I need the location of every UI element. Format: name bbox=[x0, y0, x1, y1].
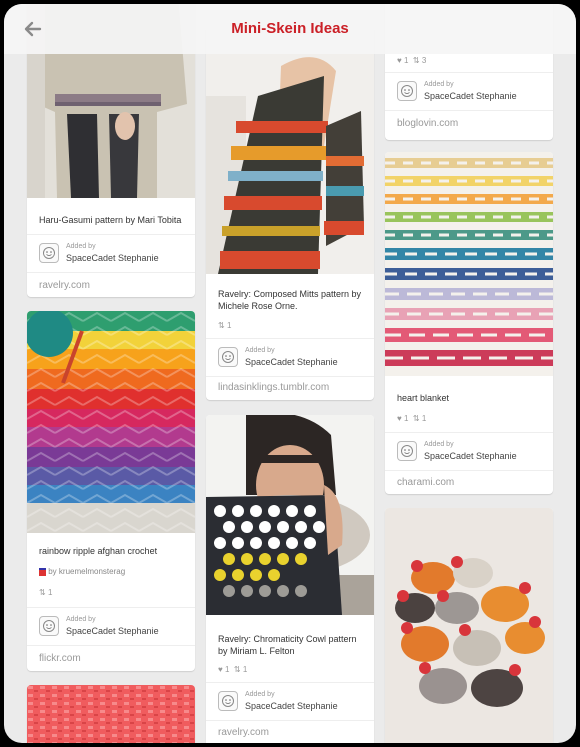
pin-card-mitts[interactable]: Ravelry: Composed Mitts pattern by Miche… bbox=[206, 26, 374, 400]
top-bar: Mini-Skein Ideas bbox=[4, 4, 576, 54]
flag-icon bbox=[39, 567, 46, 576]
pin-card-cowl[interactable]: Ravelry: Chromaticity Cowl pattern by Mi… bbox=[206, 415, 374, 743]
pin-source[interactable]: bloglovin.com bbox=[397, 118, 458, 129]
repin-count: 1 bbox=[226, 321, 232, 330]
repin-count: 1 bbox=[242, 665, 248, 674]
pin-card-heart[interactable]: heart blanket ♥ 1 ⇅ 1 Added by SpaceCade… bbox=[385, 152, 553, 494]
pin-stats: ⇅ 1 bbox=[39, 588, 52, 597]
added-by-label: Added by bbox=[245, 347, 275, 354]
like-count: 1 bbox=[403, 414, 409, 423]
added-by-label: Added by bbox=[245, 691, 275, 698]
pin-source[interactable]: ravelry.com bbox=[39, 280, 90, 291]
pin-image-mitts[interactable] bbox=[206, 26, 374, 274]
pinner-avatar bbox=[39, 616, 59, 636]
board-screen: Mini-Skein Ideas Haru-Gasumi pattern by … bbox=[4, 4, 576, 743]
board-title: Mini-Skein Ideas bbox=[231, 20, 349, 37]
repin-icon: ⇅ bbox=[412, 414, 420, 423]
divider bbox=[385, 432, 553, 433]
pinner-info[interactable]: Added by SpaceCadet Stephanie bbox=[218, 344, 368, 372]
divider bbox=[206, 682, 374, 683]
repin-count: 3 bbox=[421, 56, 427, 65]
added-by-label: Added by bbox=[66, 616, 96, 623]
repin-count: 1 bbox=[47, 588, 53, 597]
pin-image-knit-chickens[interactable] bbox=[385, 508, 553, 743]
added-by-label: Added by bbox=[424, 81, 454, 88]
pin-card-rainbow[interactable]: rainbow ripple afghan crochet by kruemel… bbox=[27, 311, 195, 671]
pin-stats: ♥ 1 ⇅ 1 bbox=[397, 414, 426, 423]
pin-image-heart-blanket[interactable] bbox=[385, 152, 553, 376]
pin-stats: ♥ 1 ⇅ 3 bbox=[397, 56, 426, 65]
pin-stats: ⇅ 1 bbox=[218, 321, 231, 330]
divider bbox=[385, 470, 553, 471]
pinner-name: SpaceCadet Stephanie bbox=[66, 253, 159, 263]
repin-icon: ⇅ bbox=[39, 588, 46, 597]
repin-icon: ⇅ bbox=[233, 665, 241, 674]
pinner-info[interactable]: Added by SpaceCadet Stephanie bbox=[397, 438, 547, 466]
divider bbox=[206, 720, 374, 721]
heart-icon: ♥ bbox=[397, 56, 402, 65]
divider bbox=[27, 234, 195, 235]
pin-description: rainbow ripple afghan crochet bbox=[39, 546, 158, 556]
pinner-avatar bbox=[397, 81, 417, 101]
attribution-text: by kruemelmonsterag bbox=[48, 567, 126, 576]
pinner-info[interactable]: Added by SpaceCadet Stephanie bbox=[218, 688, 368, 716]
pin-source[interactable]: charami.com bbox=[397, 477, 454, 488]
pin-image-cowl[interactable] bbox=[206, 415, 374, 615]
pin-image-coral-knit[interactable] bbox=[27, 685, 195, 743]
added-by-label: Added by bbox=[424, 441, 454, 448]
divider bbox=[206, 338, 374, 339]
pin-attribution[interactable]: by kruemelmonsterag bbox=[39, 567, 125, 576]
pinner-avatar bbox=[218, 691, 238, 711]
divider bbox=[385, 72, 553, 73]
heart-icon: ♥ bbox=[218, 665, 223, 674]
pinner-name: SpaceCadet Stephanie bbox=[245, 357, 338, 367]
pin-stats: ♥ 1 ⇅ 1 bbox=[218, 665, 247, 674]
divider bbox=[27, 272, 195, 273]
pinner-avatar bbox=[39, 243, 59, 263]
pin-card-chickens[interactable] bbox=[385, 508, 553, 743]
pin-source[interactable]: flickr.com bbox=[39, 653, 81, 664]
pin-source[interactable]: ravelry.com bbox=[218, 727, 269, 738]
pin-image-rainbow-ripple[interactable] bbox=[27, 311, 195, 533]
pin-card-coral[interactable] bbox=[27, 685, 195, 743]
pinner-info[interactable]: Added by SpaceCadet Stephanie bbox=[397, 78, 547, 106]
like-count: 1 bbox=[224, 665, 230, 674]
divider bbox=[385, 110, 553, 111]
pin-source[interactable]: lindasinklings.tumblr.com bbox=[218, 382, 329, 393]
repin-icon: ⇅ bbox=[412, 56, 420, 65]
pinner-name: SpaceCadet Stephanie bbox=[245, 701, 338, 711]
pinner-name: SpaceCadet Stephanie bbox=[424, 91, 517, 101]
pin-description: heart blanket bbox=[397, 393, 450, 403]
divider bbox=[27, 607, 195, 608]
pin-description: Ravelry: Chromaticity Cowl pattern by Mi… bbox=[218, 634, 357, 656]
heart-icon: ♥ bbox=[397, 414, 402, 423]
pinner-name: SpaceCadet Stephanie bbox=[424, 451, 517, 461]
pinner-info[interactable]: Added by SpaceCadet Stephanie bbox=[39, 613, 189, 641]
divider bbox=[206, 376, 374, 377]
divider bbox=[27, 645, 195, 646]
repin-count: 1 bbox=[421, 414, 427, 423]
like-count: 1 bbox=[403, 56, 409, 65]
pinner-avatar bbox=[397, 441, 417, 461]
pinner-info[interactable]: Added by SpaceCadet Stephanie bbox=[39, 240, 189, 268]
added-by-label: Added by bbox=[66, 243, 96, 250]
pinner-name: SpaceCadet Stephanie bbox=[66, 626, 159, 636]
repin-icon: ⇅ bbox=[218, 321, 225, 330]
pin-description: Ravelry: Composed Mitts pattern by Miche… bbox=[218, 289, 362, 311]
pinner-avatar bbox=[218, 347, 238, 367]
pin-description: Haru-Gasumi pattern by Mari Tobita bbox=[39, 215, 182, 225]
